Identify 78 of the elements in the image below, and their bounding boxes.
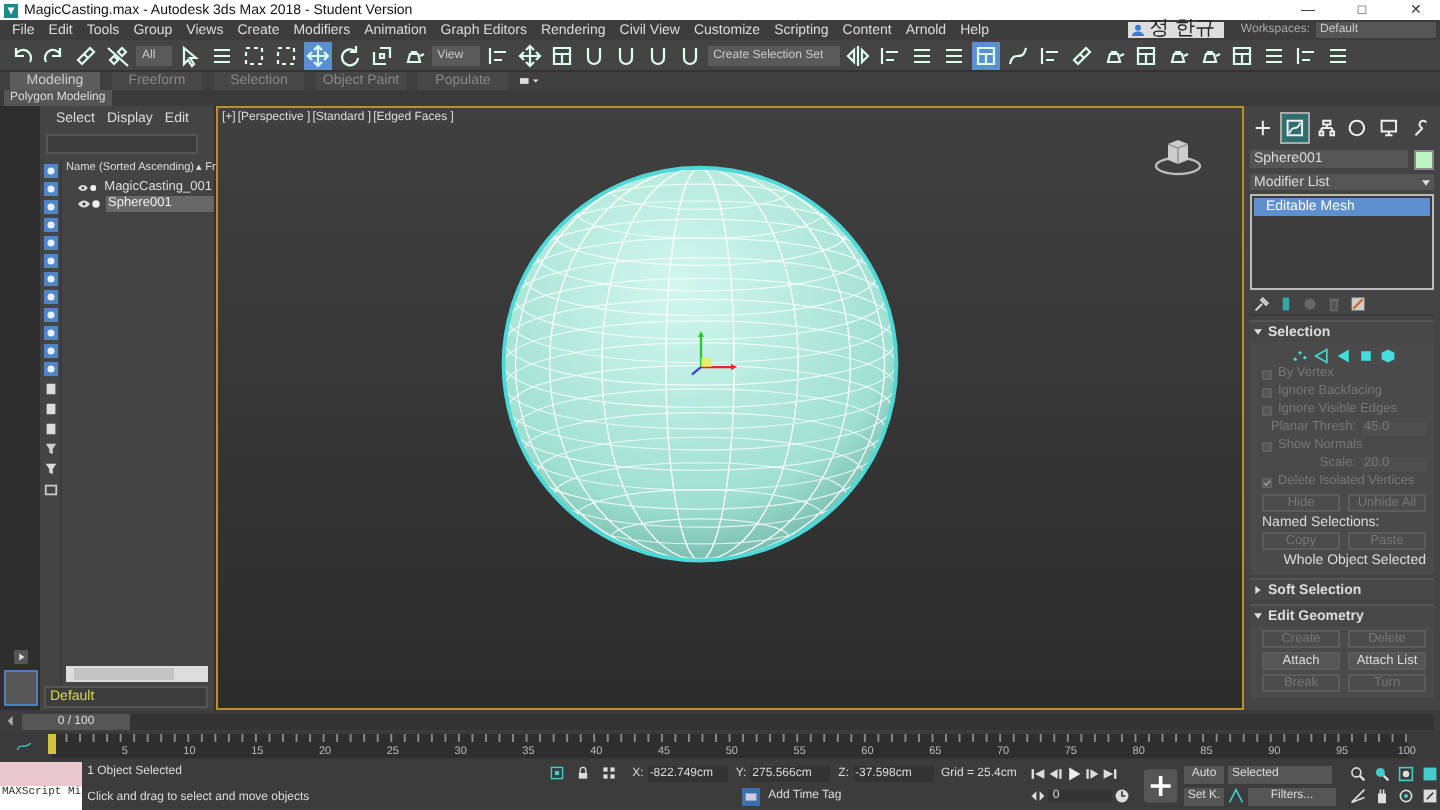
- user-dropdown[interactable]: 정 한규: [1128, 22, 1225, 38]
- configure-icon[interactable]: [1350, 296, 1366, 312]
- monitor-icon[interactable]: [1376, 114, 1403, 142]
- filter-icon[interactable]: [43, 272, 57, 286]
- broken-link-icon[interactable]: [104, 41, 132, 69]
- pin-icon[interactable]: [1254, 296, 1270, 312]
- grid-icon[interactable]: [602, 766, 617, 780]
- key-filter-icon[interactable]: [1228, 788, 1244, 804]
- person-icon: [1132, 24, 1145, 36]
- curve-icon[interactable]: [16, 740, 32, 752]
- dot-icon: [92, 200, 100, 208]
- zoom-extents-icon[interactable]: [1398, 766, 1414, 782]
- lock-icon[interactable]: [576, 766, 591, 780]
- link-icon[interactable]: [72, 41, 100, 69]
- ribbon-options-icon[interactable]: [520, 76, 540, 86]
- next-frame-icon[interactable]: [1084, 766, 1101, 782]
- pan-icon[interactable]: [1374, 788, 1390, 804]
- dot-icon: [89, 184, 97, 192]
- move-icon[interactable]: [515, 41, 544, 69]
- bracket-icon[interactable]: [43, 482, 57, 496]
- square-icon[interactable]: [43, 402, 57, 416]
- filter-icon[interactable]: [43, 218, 57, 232]
- curve-icon[interactable]: [1281, 114, 1308, 142]
- link-icon[interactable]: [1067, 41, 1096, 69]
- time-tag-icon[interactable]: [742, 787, 761, 805]
- table-icon[interactable]: [1227, 41, 1256, 69]
- mirror-icon[interactable]: [843, 41, 872, 69]
- clock-icon[interactable]: [1114, 788, 1131, 804]
- dropdown-arrow-icon[interactable]: [1422, 179, 1430, 185]
- filter-icon[interactable]: [43, 182, 57, 196]
- square-icon[interactable]: [1358, 347, 1374, 363]
- caret-icon[interactable]: [6, 716, 16, 726]
- filter-icon[interactable]: [43, 254, 57, 268]
- zoom-all-icon[interactable]: [1374, 766, 1390, 782]
- search-icon[interactable]: [1350, 766, 1366, 782]
- viewport-layout-thumbnail[interactable]: [3, 670, 37, 706]
- eye-icon[interactable]: [78, 200, 90, 208]
- play-icon[interactable]: [13, 650, 27, 664]
- maximize-icon[interactable]: [1422, 788, 1438, 804]
- caret-icon[interactable]: [1254, 612, 1262, 620]
- filter-icon[interactable]: [43, 308, 57, 322]
- key-mode-icon[interactable]: [1030, 788, 1047, 804]
- table-icon[interactable]: [971, 41, 1000, 69]
- square-icon[interactable]: [43, 422, 57, 436]
- eye-icon[interactable]: [78, 184, 88, 192]
- filter-icon[interactable]: [43, 236, 57, 250]
- filter-icon[interactable]: [43, 326, 57, 340]
- key-marker: [48, 734, 56, 754]
- triangle-outline-icon[interactable]: [1314, 347, 1330, 363]
- play-icon[interactable]: [1066, 766, 1083, 782]
- horizontal-scrollbar[interactable]: [66, 666, 208, 682]
- cube-icon[interactable]: [1380, 347, 1396, 363]
- filter-icon[interactable]: [43, 362, 57, 376]
- square-icon[interactable]: [43, 382, 57, 396]
- rotate-icon[interactable]: [335, 41, 364, 69]
- filter-icon[interactable]: [43, 164, 57, 178]
- caret-icon[interactable]: [1254, 328, 1262, 336]
- object-color-swatch[interactable]: [1414, 150, 1434, 170]
- zoom-extents-all-icon[interactable]: [1422, 766, 1438, 782]
- circle-icon[interactable]: [1344, 114, 1371, 142]
- move-icon[interactable]: [303, 41, 332, 69]
- table-icon[interactable]: [1131, 41, 1160, 69]
- orbit-icon[interactable]: [1398, 788, 1414, 804]
- field-of-view-icon[interactable]: [1350, 788, 1366, 804]
- filter-icon[interactable]: [43, 290, 57, 304]
- bar-icon[interactable]: [1278, 296, 1294, 312]
- dots-icon[interactable]: [1292, 347, 1308, 363]
- scale-icon[interactable]: [367, 41, 396, 69]
- triangle-icon[interactable]: [1336, 347, 1352, 363]
- filter-icon[interactable]: [43, 344, 57, 358]
- set-key-button[interactable]: [1144, 765, 1178, 805]
- search-field[interactable]: [46, 134, 198, 154]
- filter-icon[interactable]: [43, 200, 57, 214]
- table-icon[interactable]: [547, 41, 576, 69]
- hierarchy-icon[interactable]: [1313, 114, 1339, 142]
- viewcube-icon[interactable]: [1154, 136, 1202, 176]
- caret-icon[interactable]: [1254, 586, 1262, 594]
- isolate-icon[interactable]: [550, 766, 565, 780]
